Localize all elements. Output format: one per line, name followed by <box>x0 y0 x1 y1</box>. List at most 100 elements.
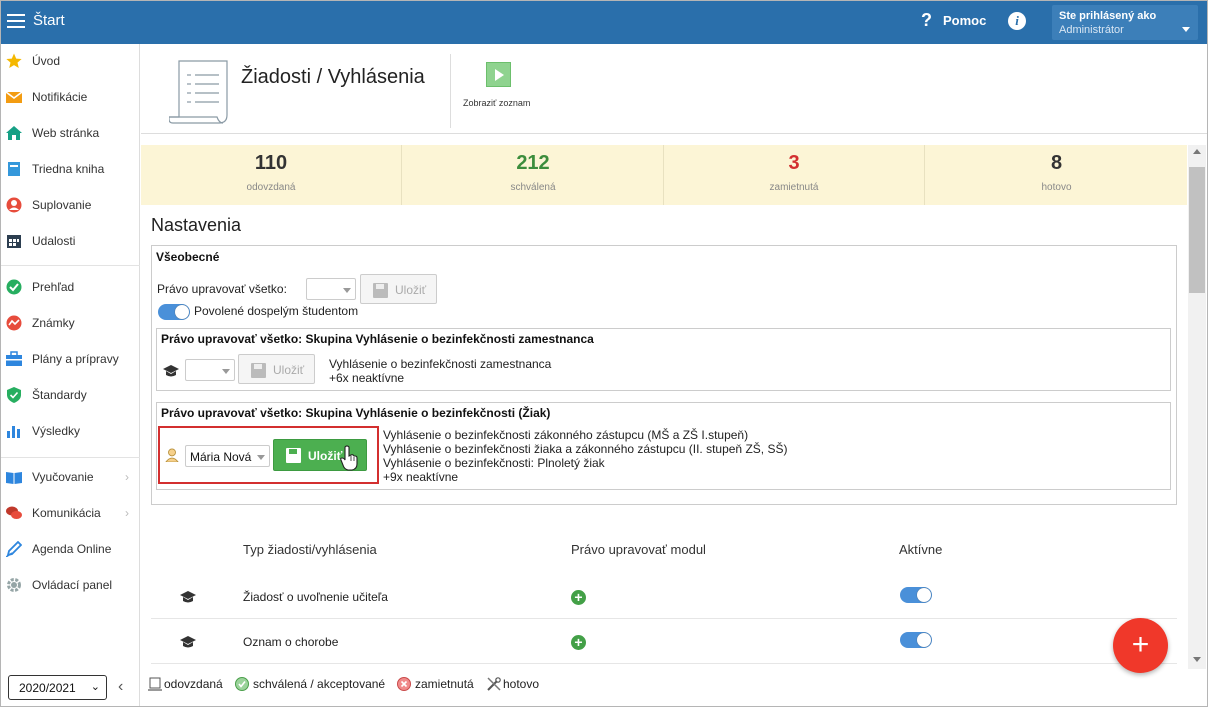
sidebar-item-komunikacia[interactable]: Komunikácia › <box>1 496 140 532</box>
show-list-button-label[interactable]: Zobraziť zoznam <box>463 98 530 108</box>
sidebar-item-vysledky[interactable]: Výsledky <box>1 414 140 450</box>
sidebar-item-label: Úvod <box>32 54 61 68</box>
sidebar-item-label: Triedna kniha <box>32 162 105 176</box>
sidebar-item-label: Web stránka <box>32 126 100 140</box>
chevron-down-icon <box>222 369 230 374</box>
legend-submitted: odovzdaná <box>164 677 223 691</box>
group-employee-line: Vyhlásenie o bezinfekčnosti zamestnanca <box>329 357 552 371</box>
user-menu[interactable]: Ste prihlásený ako Administrátor <box>1052 5 1198 40</box>
chevron-right-icon: › <box>125 506 129 520</box>
legend-approved: schválená / akceptované <box>253 677 386 691</box>
group-employee-title: Právo upravovať všetko: Skupina Vyhlásen… <box>161 332 594 346</box>
edit-all-select[interactable] <box>306 278 356 300</box>
sidebar-item-standardy[interactable]: Štandardy <box>1 378 140 414</box>
star-icon <box>6 53 22 68</box>
chevron-down-icon <box>343 288 351 293</box>
scroll-up-icon[interactable] <box>1193 149 1201 154</box>
group-student-inactive: +9x neaktívne <box>383 470 459 484</box>
help-link[interactable]: Pomoc <box>943 13 986 28</box>
help-icon[interactable]: ? <box>921 10 932 31</box>
sidebar-item-label: Výsledky <box>32 424 81 438</box>
sidebar-item-udalosti[interactable]: Udalosti <box>1 224 140 260</box>
grade-icon <box>6 315 22 331</box>
floppy-icon <box>286 448 301 463</box>
approved-icon <box>235 677 249 691</box>
graduation-cap-icon <box>180 636 196 648</box>
save-button-employee[interactable]: Uložiť <box>238 354 315 384</box>
column-header-active: Aktívne <box>899 542 943 557</box>
stat-rejected[interactable]: 3 zamietnutá <box>664 145 925 205</box>
stat-approved[interactable]: 212 schválená <box>403 145 664 205</box>
header-divider <box>450 54 451 128</box>
adult-students-toggle[interactable] <box>158 304 190 320</box>
sidebar-divider <box>1 457 140 458</box>
page-header: Žiadosti / Vyhlásenia Zobraziť zoznam <box>141 44 1207 134</box>
tools-icon <box>487 677 501 691</box>
hamburger-menu-icon[interactable] <box>7 14 25 28</box>
sidebar-item-suplovanie[interactable]: Suplovanie <box>1 188 140 224</box>
sidebar-item-triedna-kniha[interactable]: Triedna kniha <box>1 152 140 188</box>
general-heading: Všeobecné <box>156 250 220 264</box>
collapse-sidebar-icon[interactable]: ‹ <box>118 678 123 696</box>
sidebar-item-plany[interactable]: Plány a prípravy <box>1 342 140 378</box>
stat-caption: zamietnutá <box>769 182 819 193</box>
bar-chart-icon <box>7 426 20 438</box>
scroll-down-icon[interactable] <box>1193 657 1201 662</box>
app-window: Štart ? Pomoc i Ste prihlásený ako Admin… <box>0 0 1208 707</box>
stat-done[interactable]: 8 hotovo <box>926 145 1187 205</box>
add-fab-button[interactable]: + <box>1113 618 1168 673</box>
group-student-line-1: Vyhlásenie o bezinfekčnosti zákonného zá… <box>383 428 749 442</box>
active-toggle[interactable] <box>900 587 932 603</box>
student-group-select[interactable]: Mária Nová <box>185 445 270 467</box>
sidebar-item-vyucovanie[interactable]: Vyučovanie › <box>1 460 140 496</box>
page-title: Žiadosti / Vyhlásenia <box>241 66 425 88</box>
active-toggle[interactable] <box>900 632 932 648</box>
chevron-down-icon <box>257 455 265 460</box>
sidebar: Úvod Notifikácie Web stránka Triedna kni… <box>1 44 140 706</box>
user-icon <box>6 197 22 213</box>
envelope-icon <box>6 91 22 103</box>
add-rights-icon[interactable]: + <box>571 635 586 650</box>
graduation-cap-icon <box>180 591 196 603</box>
info-icon[interactable]: i <box>1008 12 1026 30</box>
stat-submitted[interactable]: 110 odovzdaná <box>141 145 402 205</box>
group-student-title: Právo upravovať všetko: Skupina Vyhlásen… <box>161 406 551 420</box>
chevron-right-icon: › <box>125 470 129 484</box>
floppy-icon <box>373 283 388 298</box>
legend-rejected: zamietnutá <box>415 677 474 691</box>
employee-group-select[interactable] <box>185 359 235 381</box>
sidebar-divider <box>1 265 140 266</box>
save-button-general[interactable]: Uložiť <box>360 274 437 304</box>
request-type-name[interactable]: Žiadosť o uvoľnenie učiteľa <box>243 590 388 604</box>
top-bar: Štart ? Pomoc i Ste prihlásený ako Admin… <box>1 1 1207 44</box>
group-student-line-3: Vyhlásenie o bezinfekčnosti: Plnoletý ži… <box>383 456 605 470</box>
sidebar-item-label: Prehľad <box>32 280 75 294</box>
pen-icon <box>6 541 22 557</box>
user-caption: Ste prihlásený ako <box>1059 10 1157 22</box>
vertical-scrollbar[interactable] <box>1188 145 1206 669</box>
scroll-thumb[interactable] <box>1189 167 1205 293</box>
sidebar-item-label: Známky <box>32 316 75 330</box>
add-rights-icon[interactable]: + <box>571 590 586 605</box>
play-icon[interactable] <box>486 62 511 87</box>
sidebar-item-label: Štandardy <box>32 388 87 402</box>
sidebar-item-web[interactable]: Web stránka <box>1 116 140 152</box>
sidebar-item-znamky[interactable]: Známky <box>1 306 140 342</box>
sidebar-item-uvod[interactable]: Úvod <box>1 44 140 80</box>
request-type-name[interactable]: Oznam o chorobe <box>243 635 338 649</box>
stat-caption: odovzdaná <box>246 182 296 193</box>
stat-value: 3 <box>788 152 800 174</box>
rejected-icon <box>397 677 411 691</box>
sidebar-item-agenda[interactable]: Agenda Online <box>1 532 140 568</box>
school-year-select[interactable]: 2020/2021 ⌄ <box>8 675 107 700</box>
stat-value: 110 <box>254 152 288 174</box>
edit-all-label: Právo upravovať všetko: <box>157 282 287 296</box>
graduation-cap-icon <box>163 365 179 377</box>
open-book-icon <box>6 472 22 484</box>
sidebar-item-notifikacie[interactable]: Notifikácie <box>1 80 140 116</box>
sidebar-item-ovladaci-panel[interactable]: Ovládací panel <box>1 568 140 604</box>
save-label: Uložiť <box>395 283 427 297</box>
app-title[interactable]: Štart <box>33 12 65 29</box>
chevron-down-icon <box>1182 27 1190 32</box>
sidebar-item-prehlad[interactable]: Prehľad <box>1 270 140 306</box>
